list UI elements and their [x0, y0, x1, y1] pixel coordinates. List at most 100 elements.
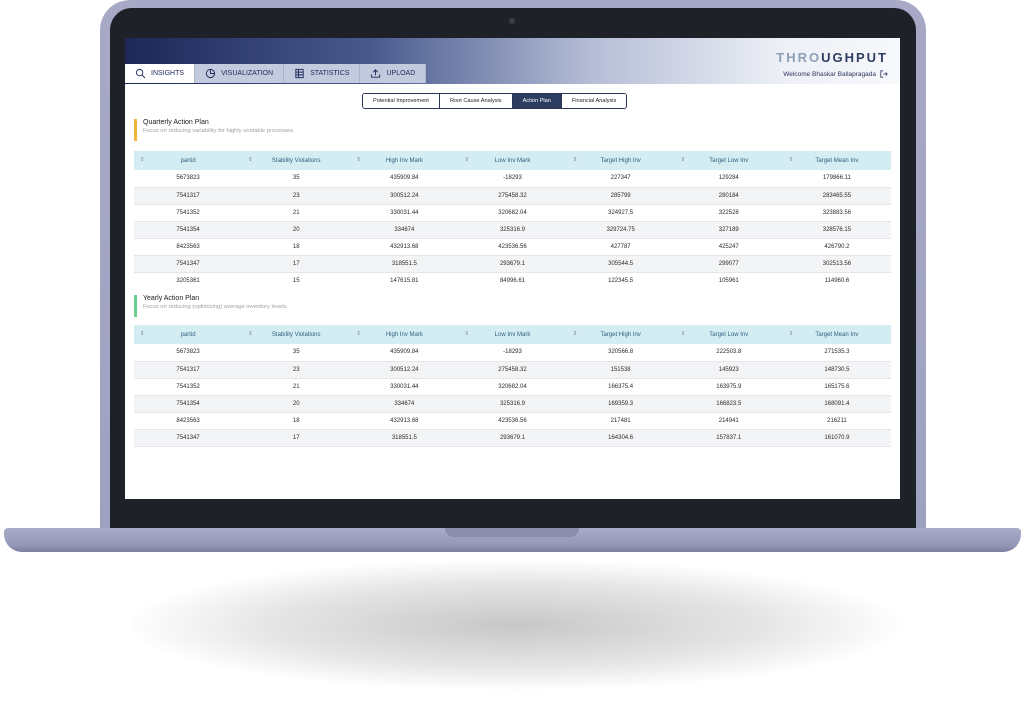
- table-cell: 280184: [674, 187, 783, 205]
- sort-icon: ⇕: [248, 157, 253, 163]
- table-cell: 7541354: [134, 221, 243, 239]
- table-cell: 20: [242, 395, 351, 413]
- table-cell: 330031.44: [350, 378, 459, 396]
- yearly-table-body: 5673823 35 435909.84 -18293 320566.8 222503.8…: [134, 344, 891, 447]
- quarterly-header-row: ⇕ partid ⇕ Stability Violations ⇕ High Inv …: [134, 151, 891, 170]
- column-header[interactable]: ⇕ High Inv Mark: [350, 151, 459, 170]
- table-cell: 157837.1: [674, 429, 783, 447]
- table-cell: 7541347: [134, 429, 243, 447]
- tab-label: VISUALIZATION: [221, 70, 274, 77]
- table-cell: 427787: [566, 238, 675, 256]
- table-row[interactable]: 7541352 21 330031.44 320682.04 324927.5 32252…: [134, 204, 891, 222]
- table-cell: 222503.8: [674, 344, 783, 362]
- sort-icon: ⇕: [356, 331, 361, 337]
- app-screen: THROUGHPUT Welcome Bhaskar Ballapragada …: [125, 38, 900, 499]
- table-cell: -18293: [458, 170, 567, 188]
- tab-label: INSIGHTS: [151, 70, 185, 77]
- table-row[interactable]: 7541347 17 318551.5 293679.1 305544.5 299077 3…: [134, 255, 891, 273]
- table-cell: 330031.44: [350, 204, 459, 222]
- sort-icon: ⇕: [356, 157, 361, 163]
- table-cell: 84996.61: [458, 272, 567, 283]
- logout-icon[interactable]: [880, 70, 888, 78]
- table-row[interactable]: 5673823 35 435909.84 -18293 227347 129284 1798…: [134, 170, 891, 188]
- tab-insights[interactable]: INSIGHTS: [125, 64, 196, 83]
- tab-statistics[interactable]: STATISTICS: [284, 64, 361, 83]
- table-cell: 7541352: [134, 378, 243, 396]
- table-cell: 432913.68: [350, 238, 459, 256]
- table-cell: 285799: [566, 187, 675, 205]
- column-header[interactable]: ⇕ partid: [134, 325, 243, 344]
- column-header[interactable]: ⇕ Target High Inv: [566, 151, 675, 170]
- table-row[interactable]: 7541354 20 334674 325316.9 329724.75 327189 32…: [134, 221, 891, 239]
- sort-icon: ⇕: [788, 331, 794, 337]
- table-cell: 217481: [566, 412, 675, 430]
- table-cell: 35: [242, 344, 351, 362]
- column-header[interactable]: ⇕ Low Inv Mark: [458, 325, 567, 344]
- table-row[interactable]: 7541354 20 334674 325316.9 169359.3 166823.5 1…: [134, 395, 891, 413]
- webcam-dot: [509, 18, 515, 24]
- table-row[interactable]: 5673823 35 435909.84 -18293 320566.8 222503.8…: [134, 344, 891, 362]
- throughput-logo: THROUGHPUT: [776, 50, 888, 65]
- column-header[interactable]: ⇕ Stability Violations: [242, 151, 351, 170]
- column-header[interactable]: ⇕ Target Low Inv: [674, 325, 783, 344]
- table-cell: 8423563: [134, 412, 243, 430]
- table-cell: 320682.04: [458, 204, 567, 222]
- table-cell: 7541317: [134, 361, 243, 379]
- table-cell: 163975.9: [674, 378, 783, 396]
- table-row[interactable]: 7541352 21 330031.44 320682.04 166375.4 16397…: [134, 378, 891, 396]
- table-row[interactable]: 7541347 17 318551.5 293679.1 164304.6 157837.…: [134, 429, 891, 447]
- table-cell: 328576.15: [782, 221, 891, 239]
- spreadsheet-icon: [295, 68, 304, 79]
- table-cell: 7541352: [134, 204, 243, 222]
- table-cell: 122345.5: [566, 272, 675, 283]
- column-header[interactable]: ⇕ Target Mean Inv: [782, 151, 891, 170]
- table-cell: 275458.32: [458, 187, 567, 205]
- table-row[interactable]: 3205361 15 147615.81 84996.61 122345.5 105961…: [134, 272, 891, 283]
- quarterly-table-scroll[interactable]: ⇕ partid ⇕ Stability Violations ⇕ High Inv …: [134, 151, 891, 283]
- column-header[interactable]: ⇕ Low Inv Mark: [458, 151, 567, 170]
- table-cell: 151538: [566, 361, 675, 379]
- table-cell: 320566.8: [566, 344, 675, 362]
- laptop-mockup: THROUGHPUT Welcome Bhaskar Ballapragada …: [0, 0, 1024, 703]
- tab-visualization[interactable]: VISUALIZATION: [195, 64, 285, 83]
- table-cell: 114960.6: [782, 272, 891, 283]
- table-cell: 318551.5: [350, 429, 459, 447]
- segment-root-cause-analysis[interactable]: Root Cause Analysis: [439, 94, 513, 108]
- column-header[interactable]: ⇕ Target Low Inv: [674, 151, 783, 170]
- table-cell: 7541347: [134, 255, 243, 273]
- pie-chart-icon: [205, 68, 216, 79]
- table-cell: 435909.84: [350, 170, 459, 188]
- column-header[interactable]: ⇕ High Inv Mark: [350, 325, 459, 344]
- yearly-table: ⇕ partid ⇕ Stability Violations ⇕ High Inv …: [134, 325, 891, 447]
- quarterly-accent-bar: [134, 119, 137, 141]
- sort-icon: ⇕: [788, 157, 794, 163]
- table-cell: 179866.11: [782, 170, 891, 188]
- sort-icon: ⇕: [140, 331, 145, 337]
- table-row[interactable]: 7541317 23 300512.24 275458.32 151538 145923 1…: [134, 361, 891, 379]
- sort-icon: ⇕: [680, 331, 686, 337]
- column-header[interactable]: ⇕ Stability Violations: [242, 325, 351, 344]
- table-row[interactable]: 7541317 23 300512.24 275458.32 285799 280184 2…: [134, 187, 891, 205]
- table-cell: 164304.6: [566, 429, 675, 447]
- table-row[interactable]: 8423563 18 432913.68 423536.56 427787 425247 4…: [134, 238, 891, 256]
- yearly-table-scroll[interactable]: ⇕ partid ⇕ Stability Violations ⇕ High Inv …: [134, 325, 891, 450]
- table-cell: 145923: [674, 361, 783, 379]
- quarterly-section-header: Quarterly Action Plan Focus on reducing …: [134, 119, 295, 141]
- table-cell: 148730.5: [782, 361, 891, 379]
- segment-financial-analysis[interactable]: Financial Analysis: [561, 94, 627, 108]
- table-cell: 166823.5: [674, 395, 783, 413]
- segment-action-plan[interactable]: Action Plan: [512, 94, 562, 108]
- table-cell: 425247: [674, 238, 783, 256]
- quarterly-table: ⇕ partid ⇕ Stability Violations ⇕ High Inv …: [134, 151, 891, 283]
- table-cell: 214941: [674, 412, 783, 430]
- column-header[interactable]: ⇕ Target High Inv: [566, 325, 675, 344]
- table-cell: 305544.5: [566, 255, 675, 273]
- table-row[interactable]: 8423563 18 432913.68 423536.56 217481 214941 2…: [134, 412, 891, 430]
- table-cell: 129284: [674, 170, 783, 188]
- column-header[interactable]: ⇕ Target Mean Inv: [782, 325, 891, 344]
- segment-potential-improvement[interactable]: Potential Improvement: [363, 94, 440, 108]
- tab-upload[interactable]: UPLOAD: [360, 64, 427, 83]
- table-cell: 283465.55: [782, 187, 891, 205]
- column-header[interactable]: ⇕ partid: [134, 151, 243, 170]
- table-cell: 293679.1: [458, 429, 567, 447]
